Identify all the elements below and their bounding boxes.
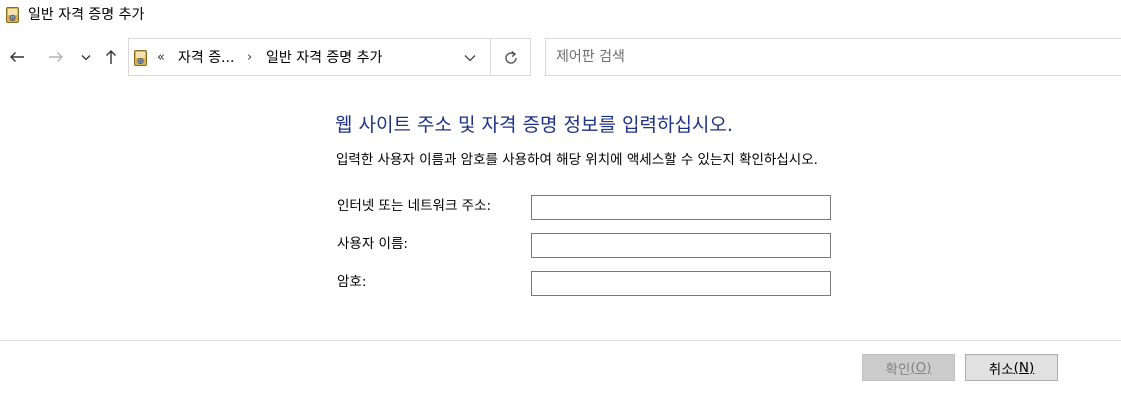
arrow-left-icon [10,52,24,62]
forward-button[interactable] [45,46,67,68]
refresh-icon [505,51,517,64]
up-button[interactable] [100,46,122,68]
ok-button-mnemonic: (O) [910,359,932,376]
internet-address-label: 인터넷 또는 네트워크 주소: [337,198,492,214]
page-heading: 웹 사이트 주소 및 자격 증명 정보를 입력하십시오. [335,114,733,136]
ok-button[interactable]: 확인 (O) [862,354,955,381]
credential-manager-icon [6,7,19,23]
search-input[interactable] [556,47,1096,67]
breadcrumb-separator[interactable]: › [247,48,252,68]
cancel-button-label: 취소 [988,361,1014,378]
internet-address-field[interactable] [531,195,831,220]
title-bar: 일반 자격 증명 추가 [0,0,1121,32]
cancel-button[interactable]: 취소 (N) [965,354,1058,381]
window-title: 일반 자격 증명 추가 [28,7,145,23]
password-field[interactable] [531,271,831,296]
refresh-button[interactable] [499,48,523,68]
address-bar[interactable]: « 자격 증... › 일반 자격 증명 추가 [128,38,531,76]
chevron-down-icon [81,54,91,60]
cancel-button-mnemonic: (N) [1013,359,1035,376]
username-field[interactable] [531,233,831,258]
arrow-up-icon [106,50,116,64]
breadcrumb-overflow[interactable]: « [157,48,165,68]
breadcrumb-item-current[interactable]: 일반 자격 증명 추가 [266,48,382,68]
password-label: 암호: [337,274,367,290]
arrow-right-icon [49,52,63,62]
credential-manager-icon [134,50,147,66]
footer-divider [0,340,1121,341]
ok-button-label: 확인 [885,361,911,378]
address-history-button[interactable] [460,48,480,68]
navigation-bar: « 자격 증... › 일반 자격 증명 추가 [0,38,1121,78]
recent-locations-button[interactable] [78,46,94,68]
search-box[interactable] [545,38,1121,76]
address-divider [490,39,491,75]
chevron-down-icon [464,55,476,62]
breadcrumb-item-credential-manager[interactable]: 자격 증... [178,48,234,68]
page-description: 입력한 사용자 이름과 암호를 사용하여 해당 위치에 액세스할 수 있는지 확… [336,152,818,168]
username-label: 사용자 이름: [337,236,408,252]
back-button[interactable] [6,46,28,68]
